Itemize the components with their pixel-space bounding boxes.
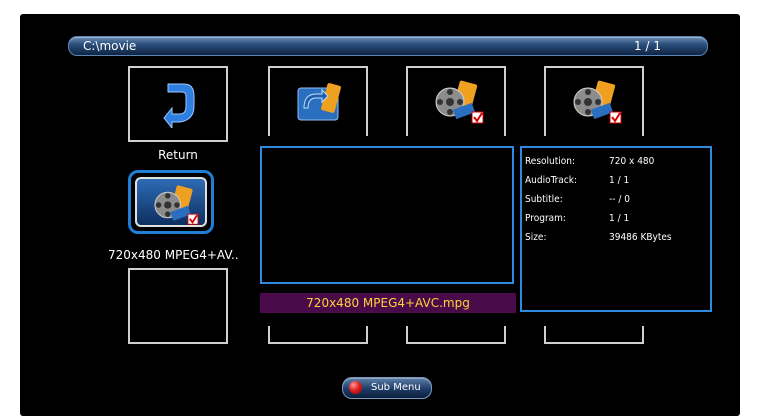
filename-bar: 720x480 MPEG4+AVC.mpg [260, 293, 516, 313]
info-key: Program: [525, 213, 566, 224]
video-file-tile[interactable] [544, 66, 644, 136]
video-file-icon [573, 80, 622, 124]
video-file-icon [435, 80, 484, 124]
selected-file-label: 720x480 MPEG4+AV.. [108, 248, 239, 262]
empty-tile[interactable] [544, 326, 644, 344]
file-info-panel: Resolution: 720 x 480 AudioTrack: 1 / 1 … [520, 146, 712, 312]
info-value: 1 / 1 [609, 175, 630, 186]
path-bar: C:\movie 1 / 1 [68, 36, 708, 56]
video-file-tile[interactable] [406, 66, 506, 136]
red-button-icon [349, 381, 362, 394]
empty-tile[interactable] [268, 326, 368, 344]
video-file-icon [154, 185, 199, 225]
empty-tile[interactable] [128, 268, 228, 344]
return-arrow-icon [163, 83, 195, 128]
selected-tile-inner [135, 177, 207, 227]
info-key: Size: [525, 232, 547, 243]
return-label: Return [158, 148, 198, 162]
selected-video-tile[interactable] [128, 170, 214, 234]
info-key: AudioTrack: [525, 175, 577, 186]
info-value: 720 x 480 [609, 156, 655, 167]
sub-menu-button[interactable]: Sub Menu [342, 377, 432, 399]
info-key: Subtitle: [525, 194, 563, 205]
media-browser-screen: C:\movie 1 / 1 Return 720x480 MPEG4+AV..… [20, 14, 740, 416]
video-preview-pane [260, 146, 514, 284]
empty-tile[interactable] [406, 326, 506, 344]
page-indicator: 1 / 1 [634, 39, 661, 53]
current-path: C:\movie [83, 39, 137, 53]
return-tile[interactable] [128, 66, 228, 142]
info-value: 39486 KBytes [609, 232, 672, 243]
info-value: 1 / 1 [609, 213, 630, 224]
info-key: Resolution: [525, 156, 575, 167]
folder-up-icon [297, 83, 341, 121]
folder-up-tile[interactable] [268, 66, 368, 136]
info-value: -- / 0 [609, 194, 630, 205]
sub-menu-label: Sub Menu [371, 382, 421, 393]
